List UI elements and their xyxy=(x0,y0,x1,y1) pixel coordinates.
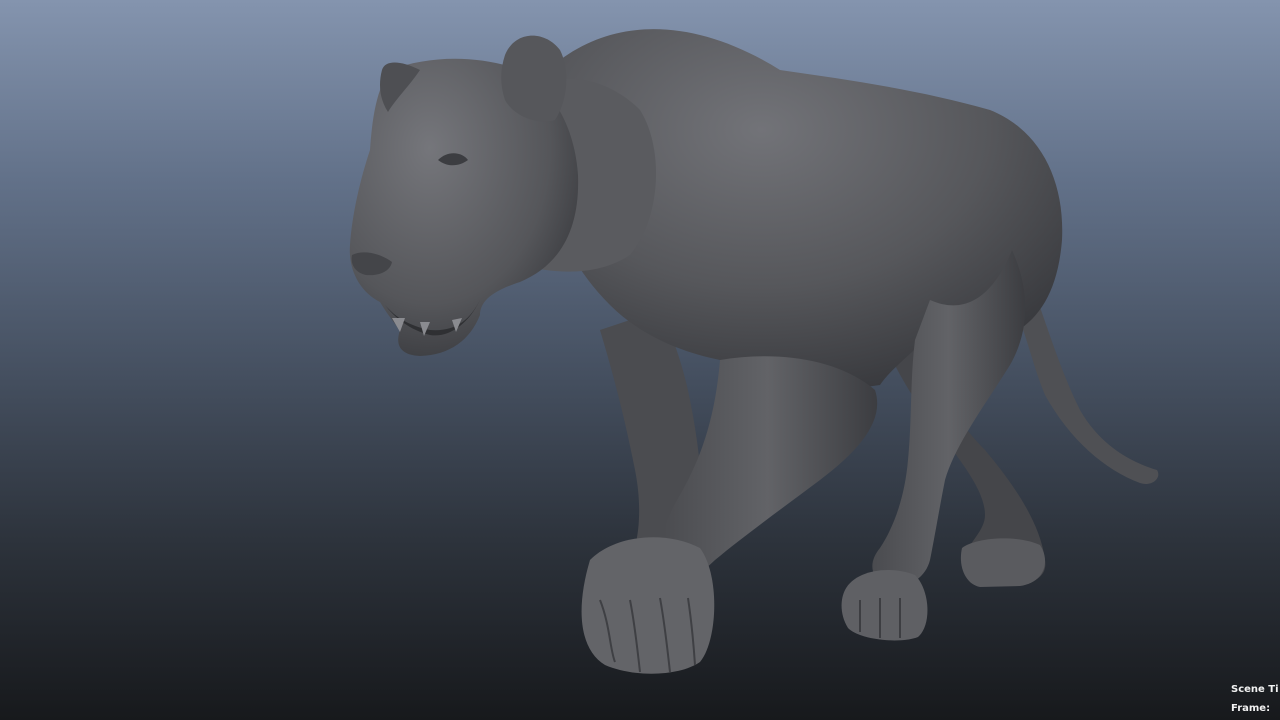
heads-up-display: Scene Ti Frame: xyxy=(1231,680,1280,718)
scene-time-label: Scene Ti xyxy=(1231,684,1279,695)
panther-model-icon[interactable] xyxy=(0,0,1280,720)
back-far-paw xyxy=(960,538,1046,587)
hind-paw xyxy=(841,570,928,641)
frame-label: Frame: xyxy=(1231,703,1271,714)
maya-viewport[interactable]: Scene Ti Frame: xyxy=(0,0,1280,720)
